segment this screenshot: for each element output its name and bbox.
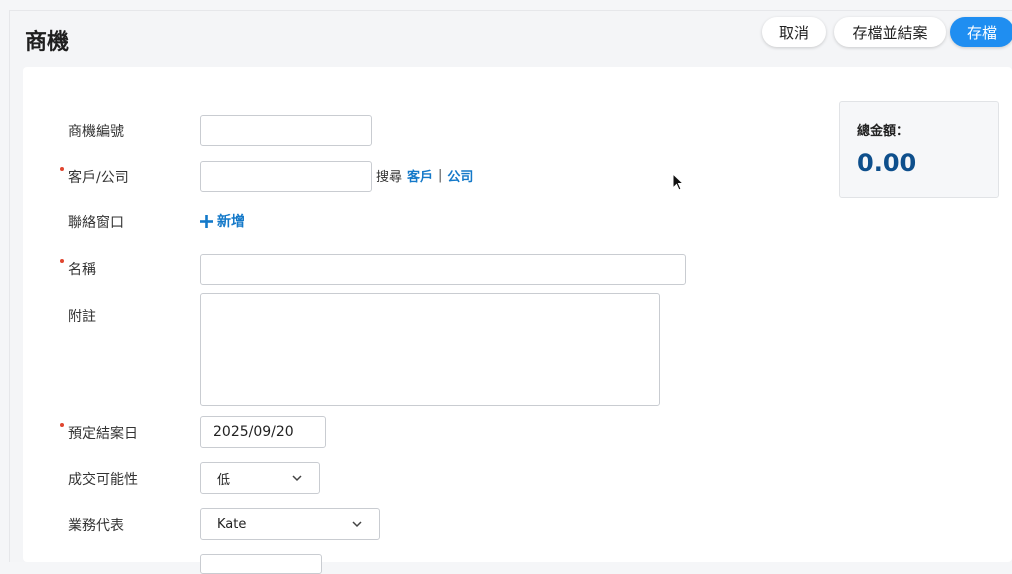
add-contact-button[interactable]: 新增 bbox=[200, 211, 245, 231]
required-marker bbox=[60, 259, 64, 263]
search-separator: | bbox=[438, 168, 443, 183]
customer-search: 搜尋 客戶 | 公司 bbox=[376, 166, 473, 185]
note-label: 附註 bbox=[68, 309, 96, 325]
total-amount-value: 0.00 bbox=[857, 149, 917, 177]
required-marker bbox=[60, 167, 64, 171]
sales-rep-select[interactable]: Kate bbox=[200, 508, 380, 540]
chevron-down-icon bbox=[352, 521, 362, 528]
note-textarea[interactable] bbox=[200, 293, 660, 406]
total-amount-label: 總金額： bbox=[857, 124, 910, 139]
name-input[interactable] bbox=[200, 254, 686, 285]
plus-icon bbox=[200, 214, 213, 228]
mouse-cursor-icon bbox=[672, 173, 684, 191]
cancel-button[interactable]: 取消 bbox=[762, 17, 826, 47]
close-date-input[interactable]: 2025/09/20 bbox=[200, 416, 326, 448]
opportunity-no-label: 商機編號 bbox=[68, 124, 124, 140]
total-amount-box: 總金額： 0.00 bbox=[839, 101, 999, 198]
opportunity-no-input[interactable] bbox=[200, 115, 372, 146]
search-customer-link[interactable]: 客戶 bbox=[407, 166, 433, 185]
contact-label: 聯絡窗口 bbox=[68, 215, 124, 231]
search-prefix: 搜尋 bbox=[376, 170, 403, 185]
customer-label: 客戶/公司 bbox=[68, 170, 129, 186]
required-marker bbox=[60, 423, 64, 427]
save-and-close-button[interactable]: 存檔並結案 bbox=[834, 17, 946, 47]
page-title: 商機 bbox=[25, 30, 70, 55]
customer-input[interactable] bbox=[200, 161, 372, 192]
name-label: 名稱 bbox=[68, 262, 96, 278]
probability-label: 成交可能性 bbox=[68, 472, 138, 488]
search-company-link[interactable]: 公司 bbox=[447, 166, 473, 185]
add-contact-label: 新增 bbox=[217, 214, 245, 230]
save-button[interactable]: 存檔 bbox=[950, 17, 1012, 47]
chevron-down-icon bbox=[292, 475, 302, 482]
sales-rep-label: 業務代表 bbox=[68, 518, 124, 534]
probability-value: 低 bbox=[217, 472, 231, 488]
sales-rep-value: Kate bbox=[217, 516, 247, 532]
next-field-input[interactable] bbox=[200, 554, 322, 574]
probability-select[interactable]: 低 bbox=[200, 462, 320, 494]
close-date-label: 預定結案日 bbox=[68, 426, 138, 442]
